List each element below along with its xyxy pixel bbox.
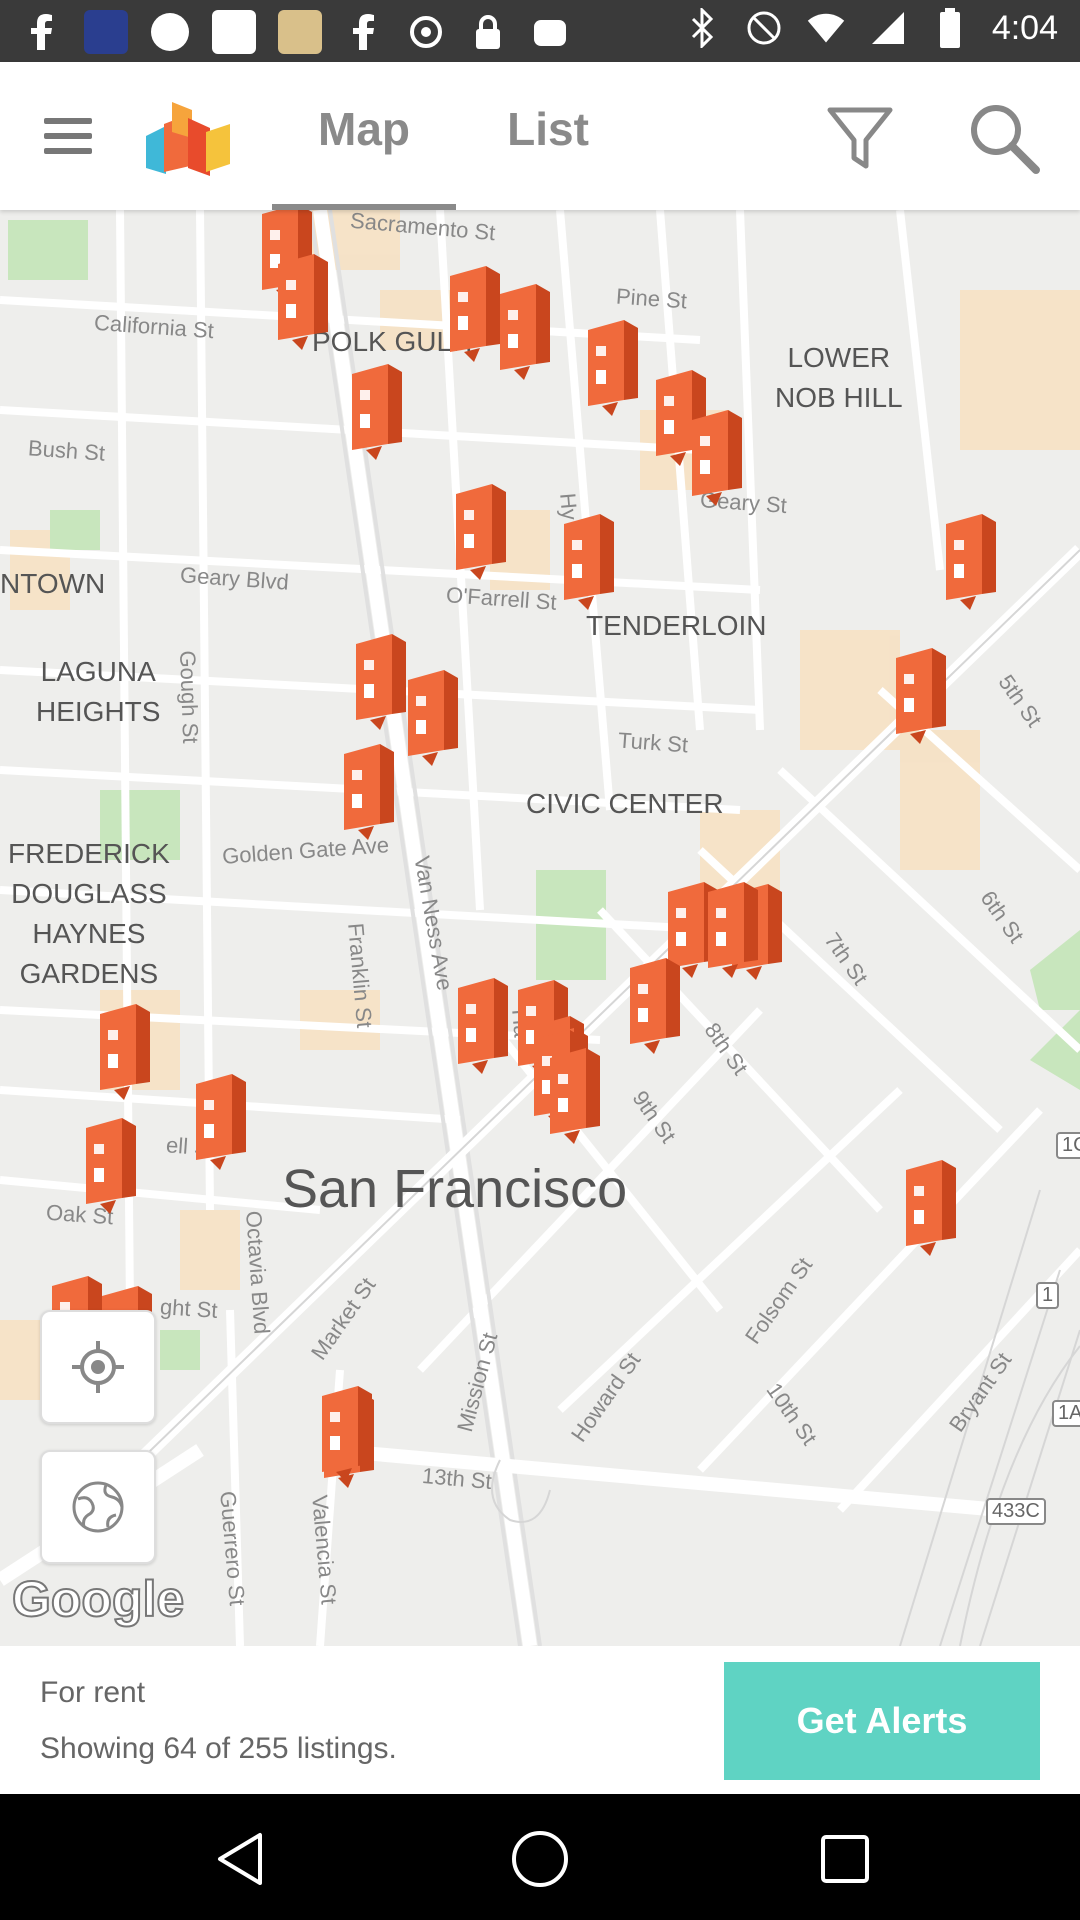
- listing-pin[interactable]: [454, 974, 512, 1074]
- street-label: Gough St: [175, 650, 204, 744]
- sync-icon: [406, 12, 446, 52]
- neighborhood-lower-nob-hill: LOWER NOB HILL: [775, 342, 903, 413]
- sarah-yasin-app-icon: [84, 10, 128, 54]
- status-bar: 4:04: [0, 0, 1080, 62]
- listing-pin[interactable]: [274, 250, 332, 350]
- listing-pin[interactable]: [348, 360, 406, 460]
- listing-count: Showing 64 of 255 listings.: [40, 1732, 397, 1765]
- listing-pin[interactable]: [902, 1156, 960, 1256]
- system-icons: 4:04: [682, 8, 1058, 48]
- my-location-button[interactable]: [40, 1310, 156, 1424]
- globe-icon: [72, 1481, 124, 1533]
- back-icon[interactable]: [205, 1824, 275, 1894]
- listings-footer: For rent Showing 64 of 255 listings. Get…: [0, 1646, 1080, 1794]
- photo-app-icon: [278, 10, 322, 54]
- get-alerts-button[interactable]: Get Alerts: [724, 1662, 1040, 1780]
- neighborhood-civic-center: CIVIC CENTER: [526, 788, 724, 819]
- highway-shield: 1A: [1052, 1400, 1080, 1427]
- street-label: Bush St: [27, 435, 106, 466]
- street-label: ght St: [159, 1294, 219, 1323]
- listing-pin[interactable]: [318, 1382, 376, 1482]
- listing-pin[interactable]: [96, 1000, 154, 1100]
- home-icon[interactable]: [505, 1824, 575, 1894]
- wifi-icon: [806, 8, 846, 48]
- listing-pin[interactable]: [704, 878, 762, 978]
- street-label: Turk St: [617, 727, 689, 758]
- neighborhood-laguna-heights: LAGUNA HEIGHTS: [36, 656, 161, 727]
- street-label: Pine St: [615, 283, 688, 314]
- neighborhood-frederick-douglass-haynes-gardens: FREDERICK DOUGLASS HAYNES GARDENS: [8, 838, 170, 989]
- navigation-bar: [0, 1794, 1080, 1920]
- highway-shield: 1C: [1056, 1132, 1080, 1159]
- clock: 4:04: [991, 8, 1058, 47]
- listing-pin[interactable]: [892, 644, 950, 744]
- tab-list-label: List: [507, 103, 589, 155]
- city-label: San Francisco: [282, 1159, 628, 1219]
- highway-shield: 1: [1036, 1282, 1060, 1309]
- map-view[interactable]: POLK GULH LOWER NOB HILL TENDERLOIN CIVI…: [0, 210, 1080, 1646]
- listing-pin[interactable]: [496, 280, 554, 380]
- my-location-icon: [72, 1341, 124, 1393]
- listing-pin[interactable]: [546, 1044, 604, 1144]
- notification-icons: [22, 10, 570, 54]
- travel-app-icon: [212, 10, 256, 54]
- menu-icon[interactable]: [40, 110, 96, 162]
- signal-icon: [868, 8, 908, 48]
- facebook-icon: [344, 12, 384, 52]
- listing-pin[interactable]: [560, 510, 618, 610]
- map-type-button[interactable]: [40, 1450, 156, 1564]
- listing-pin[interactable]: [584, 316, 642, 416]
- no-sim-icon: [744, 8, 784, 48]
- facebook-icon: [22, 12, 62, 52]
- listing-pin[interactable]: [452, 480, 510, 580]
- listing-pin[interactable]: [352, 630, 410, 730]
- circle-icon: [150, 12, 190, 52]
- listing-pin[interactable]: [626, 954, 684, 1054]
- lock-icon: [468, 12, 508, 52]
- listing-pin[interactable]: [82, 1114, 140, 1214]
- tab-list[interactable]: List: [498, 102, 598, 210]
- listing-pin[interactable]: [404, 666, 462, 766]
- search-icon[interactable]: [966, 100, 1042, 176]
- listing-pin[interactable]: [942, 510, 1000, 610]
- app-logo-icon: [142, 98, 234, 180]
- neighborhood-tenderloin: TENDERLOIN: [586, 610, 767, 641]
- tab-indicator: [272, 204, 456, 210]
- listing-pin[interactable]: [688, 406, 746, 506]
- filter-icon[interactable]: [824, 102, 896, 174]
- bluetooth-icon: [682, 8, 722, 48]
- google-logo: Google: [11, 1570, 185, 1628]
- listing-pin[interactable]: [192, 1070, 250, 1170]
- recents-icon[interactable]: [810, 1824, 880, 1894]
- camera-app-icon: [530, 12, 570, 52]
- battery-icon: [930, 8, 970, 48]
- app-bar: Map List: [0, 62, 1080, 210]
- listing-pin[interactable]: [340, 740, 398, 840]
- neighborhood-downtown: NTOWN: [0, 568, 106, 599]
- tab-map[interactable]: Map: [272, 102, 456, 210]
- highway-shield: 433C: [986, 1498, 1046, 1525]
- tab-map-label: Map: [318, 103, 410, 155]
- listing-type: For rent: [40, 1676, 146, 1709]
